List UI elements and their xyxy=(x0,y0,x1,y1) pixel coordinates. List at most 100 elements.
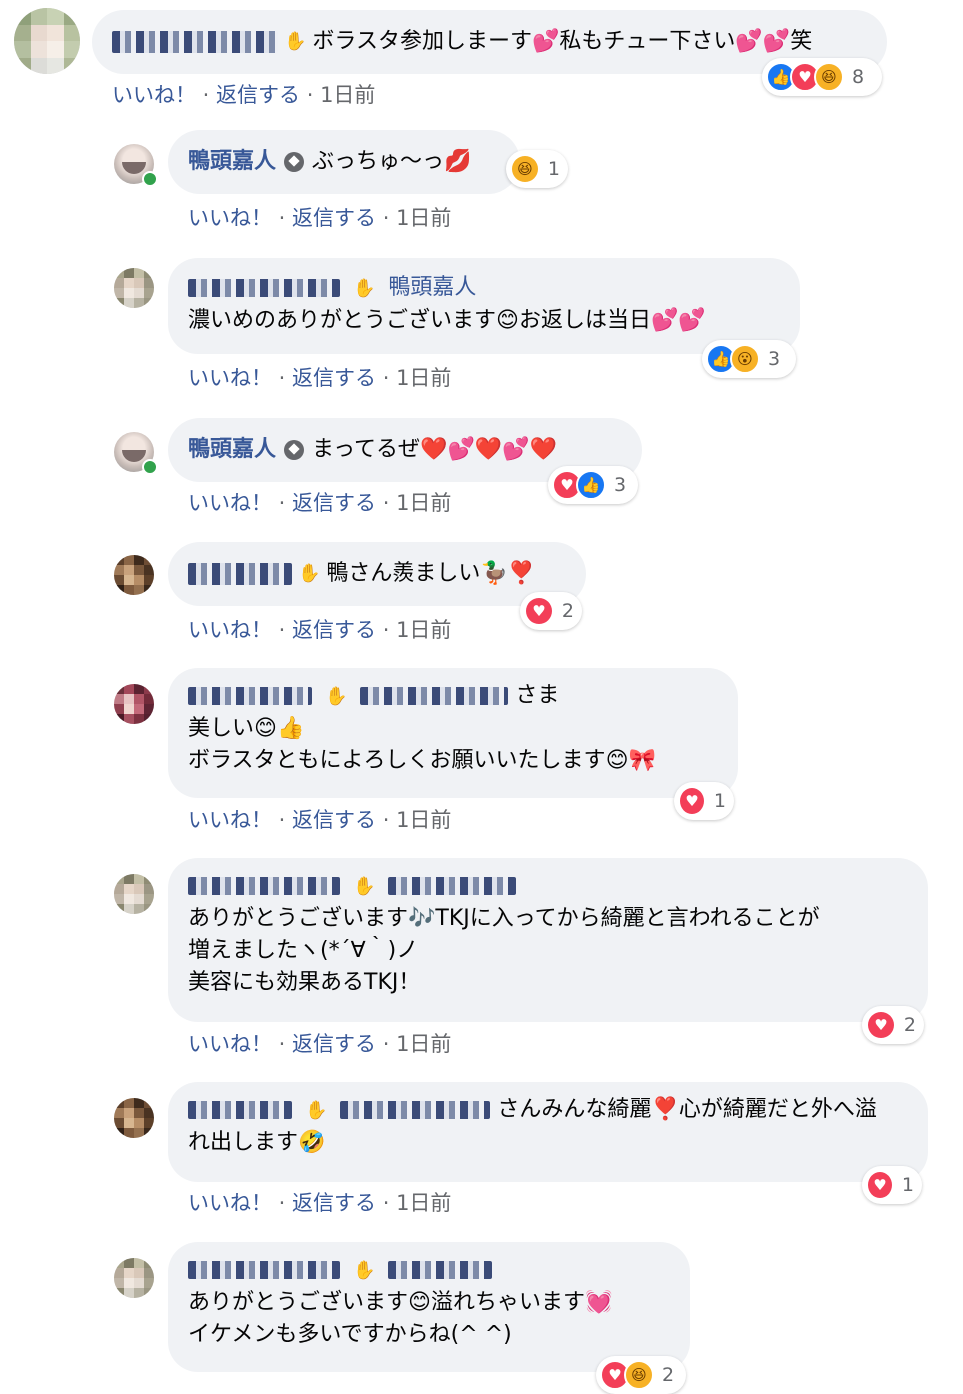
comment-text: れ出します xyxy=(188,1130,299,1155)
online-status-indicator xyxy=(142,171,158,187)
reaction-summary[interactable]: ♥ 1 xyxy=(862,1166,922,1204)
comment-bubble: 鴨頭嘉人 ぶっちゅ〜っ 💋 xyxy=(168,130,520,194)
reaction-summary[interactable]: ♥ 👍 3 xyxy=(548,466,638,504)
hearts-emoji: ❤️💕❤️💕❤️ xyxy=(420,437,558,462)
author-name[interactable]: 鴨頭嘉人 xyxy=(188,434,276,466)
comment-actions: いいね！ · 返信する · 1日前 xyxy=(188,202,451,232)
timestamp[interactable]: 1日前 xyxy=(320,83,375,107)
author-name-blurred[interactable] xyxy=(360,687,509,705)
author-name-blurred[interactable] xyxy=(112,31,278,53)
like-link[interactable]: いいね！ xyxy=(188,491,272,515)
commenter-avatar[interactable] xyxy=(14,8,80,74)
waving-hand-icon: ✋ xyxy=(284,31,307,52)
comment-bubble: ✋ 鴨頭嘉人 濃いめのありがとうございます😊お返しは当日💕💕 xyxy=(168,258,800,354)
reply-link[interactable]: 返信する xyxy=(292,366,376,390)
timestamp[interactable]: 1日前 xyxy=(396,808,451,832)
smile-thumbs-emoji: 😊👍 xyxy=(254,716,305,741)
reaction-summary[interactable]: 👍 ♥ 😆 8 xyxy=(762,58,882,96)
comment-actions: いいね！ · 返信する · 1日前 xyxy=(188,362,451,392)
comment-text: ぶっちゅ〜っ xyxy=(312,149,445,174)
reaction-summary[interactable]: 😆 1 xyxy=(506,150,568,188)
comment-text: 美しい xyxy=(188,716,255,741)
reply-link[interactable]: 返信する xyxy=(292,618,376,642)
smile-emoji: 😊 xyxy=(496,308,519,333)
reply-link[interactable]: 返信する xyxy=(292,1191,376,1215)
reaction-count: 2 xyxy=(662,1364,675,1386)
hearts-emoji: 💕💕 xyxy=(735,29,791,54)
separator: · xyxy=(376,366,397,390)
comment-actions: いいね！ · 返信する · 1日前 xyxy=(188,614,451,644)
reply-link[interactable]: 返信する xyxy=(292,206,376,230)
separator: · xyxy=(272,618,293,642)
timestamp[interactable]: 1日前 xyxy=(396,366,451,390)
comment-actions: いいね！ · 返信する · 1日前 xyxy=(188,1028,451,1058)
comment-actions: いいね！ · 返信する · 1日前 xyxy=(112,79,375,109)
reaction-summary[interactable]: 👍 😮 3 xyxy=(702,340,796,378)
comment-text: さんみんな綺麗 xyxy=(497,1097,652,1122)
reaction-summary[interactable]: ♥ 1 xyxy=(674,782,734,820)
author-name-blurred[interactable] xyxy=(188,1101,292,1119)
timestamp[interactable]: 1日前 xyxy=(396,618,451,642)
like-icon: 👍 xyxy=(576,470,606,500)
commenter-avatar[interactable] xyxy=(114,1098,154,1138)
comment-text: イケメンも多いですからね(^ ^) xyxy=(188,1322,512,1347)
heart-exclamation-emoji: ❣️ xyxy=(651,1097,679,1122)
commenter-avatar[interactable] xyxy=(114,684,154,724)
reaction-count: 1 xyxy=(547,158,560,180)
timestamp[interactable]: 1日前 xyxy=(396,491,451,515)
author-name-blurred[interactable] xyxy=(388,877,517,895)
author-name-blurred[interactable] xyxy=(188,279,340,297)
love-icon: ♥ xyxy=(524,596,554,626)
reaction-summary[interactable]: ♥ 2 xyxy=(520,592,582,630)
reply-link[interactable]: 返信する xyxy=(292,1032,376,1056)
like-link[interactable]: いいね！ xyxy=(188,618,272,642)
like-link[interactable]: いいね！ xyxy=(188,206,272,230)
reply-link[interactable]: 返信する xyxy=(292,808,376,832)
timestamp[interactable]: 1日前 xyxy=(396,1032,451,1056)
author-name-blurred[interactable] xyxy=(188,1261,340,1279)
waving-hand-icon: ✋ xyxy=(353,1260,376,1281)
separator: · xyxy=(376,206,397,230)
author-name-blurred[interactable] xyxy=(388,1261,493,1279)
comment-text: 濃いめのありがとうございます xyxy=(188,308,497,333)
author-name[interactable]: 鴨頭嘉人 xyxy=(188,146,276,178)
beating-heart-emoji: 💓 xyxy=(584,1290,613,1315)
commenter-avatar[interactable] xyxy=(114,1258,154,1298)
commenter-avatar[interactable] xyxy=(114,555,154,595)
commenter-avatar[interactable] xyxy=(114,874,154,914)
reaction-count: 1 xyxy=(901,1174,914,1196)
love-icon: ♥ xyxy=(866,1170,894,1200)
haha-icon: 😆 xyxy=(814,62,844,92)
comment-text: まってるぜ xyxy=(312,437,421,462)
reaction-summary[interactable]: ♥ 😆 2 xyxy=(596,1356,686,1394)
author-name-blurred[interactable] xyxy=(188,563,292,585)
smile-emoji: 😊 xyxy=(408,1290,431,1315)
comment-text: 鴨さん羨ましい xyxy=(326,561,481,586)
wow-icon: 😮 xyxy=(730,344,760,374)
waving-hand-icon: ✋ xyxy=(353,278,376,299)
separator: · xyxy=(272,1032,293,1056)
separator: · xyxy=(376,808,397,832)
timestamp[interactable]: 1日前 xyxy=(396,206,451,230)
author-name-blurred[interactable] xyxy=(188,687,312,705)
commenter-avatar[interactable] xyxy=(114,268,154,308)
like-link[interactable]: いいね！ xyxy=(188,366,272,390)
timestamp[interactable]: 1日前 xyxy=(396,1191,451,1215)
reply-mention[interactable]: 鴨頭嘉人 xyxy=(388,275,476,300)
reply-link[interactable]: 返信する xyxy=(292,491,376,515)
like-link[interactable]: いいね！ xyxy=(112,83,196,107)
duck-heart-emoji: 🦆❣️ xyxy=(480,561,536,586)
like-link[interactable]: いいね！ xyxy=(188,1032,272,1056)
separator: · xyxy=(376,618,397,642)
author-name-blurred[interactable] xyxy=(340,1101,491,1119)
comment-actions: いいね！ · 返信する · 1日前 xyxy=(188,804,451,834)
author-name-blurred[interactable] xyxy=(188,877,340,895)
like-link[interactable]: いいね！ xyxy=(188,808,272,832)
separator: · xyxy=(196,83,217,107)
honorific-suffix: さま xyxy=(515,683,560,708)
reaction-summary[interactable]: ♥ 2 xyxy=(862,1006,924,1044)
separator: · xyxy=(376,1191,397,1215)
reply-link[interactable]: 返信する xyxy=(216,83,300,107)
comment-text: 増えましたヽ(*´∀｀)ノ xyxy=(188,938,419,963)
like-link[interactable]: いいね！ xyxy=(188,1191,272,1215)
